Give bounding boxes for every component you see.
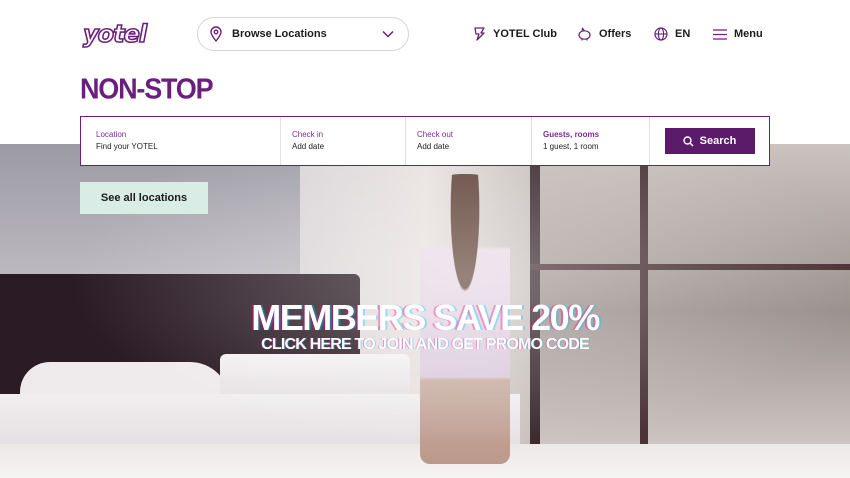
search-button[interactable]: Search <box>664 128 755 154</box>
checkin-field[interactable]: Check in Add date <box>281 117 406 165</box>
checkout-label: Check out <box>417 130 454 139</box>
promo-subtitle: CLICK HERE TO JOIN AND GET PROMO CODE <box>261 336 590 353</box>
location-label: Location <box>96 130 127 139</box>
promo-title: MEMBERS SAVE 20% <box>251 297 600 338</box>
location-field[interactable]: Location Find your YOTEL <box>81 117 281 165</box>
language-selector[interactable]: EN <box>654 24 690 44</box>
guests-rooms-field[interactable]: Guests, rooms 1 guest, 1 room <box>532 117 650 165</box>
promo-link[interactable]: MEMBERS SAVE 20% CLICK HERE TO JOIN AND … <box>0 300 850 354</box>
checkout-value: Add date <box>417 142 450 151</box>
site-header: yotel Browse Locations YOTEL Club Offers <box>0 0 850 66</box>
chevron-down-icon <box>382 30 394 38</box>
browse-locations-dropdown[interactable]: Browse Locations <box>197 17 409 51</box>
browse-locations-label: Browse Locations <box>232 28 327 40</box>
location-pin-icon <box>210 26 222 42</box>
globe-icon <box>654 27 668 41</box>
booking-search-bar: Location Find your YOTEL Check in Add da… <box>80 116 770 166</box>
search-button-wrap: Search <box>650 117 769 165</box>
hamburger-menu-icon <box>713 28 727 40</box>
search-icon <box>682 135 694 147</box>
nav-yotel-club-label: YOTEL Club <box>493 28 557 40</box>
nav-menu[interactable]: Menu <box>713 24 763 44</box>
location-value: Find your YOTEL <box>96 142 158 151</box>
piggy-bank-icon <box>578 27 591 41</box>
nav-offers-label: Offers <box>599 28 632 40</box>
page-headline: NON-STOP <box>80 73 214 105</box>
see-all-locations-button[interactable]: See all locations <box>80 182 208 214</box>
guests-rooms-value: 1 guest, 1 room <box>543 142 599 151</box>
search-button-label: Search <box>699 135 737 147</box>
yotel-logo[interactable]: yotel <box>82 20 165 48</box>
checkin-value: Add date <box>292 142 325 151</box>
nav-offers[interactable]: Offers <box>577 24 631 44</box>
club-icon <box>474 27 485 41</box>
nav-menu-label: Menu <box>734 28 763 40</box>
nav-yotel-club[interactable]: YOTEL Club <box>473 24 557 44</box>
guests-rooms-label: Guests, rooms <box>543 130 600 139</box>
checkin-label: Check in <box>292 130 324 139</box>
checkout-field[interactable]: Check out Add date <box>406 117 532 165</box>
language-label: EN <box>675 28 691 40</box>
